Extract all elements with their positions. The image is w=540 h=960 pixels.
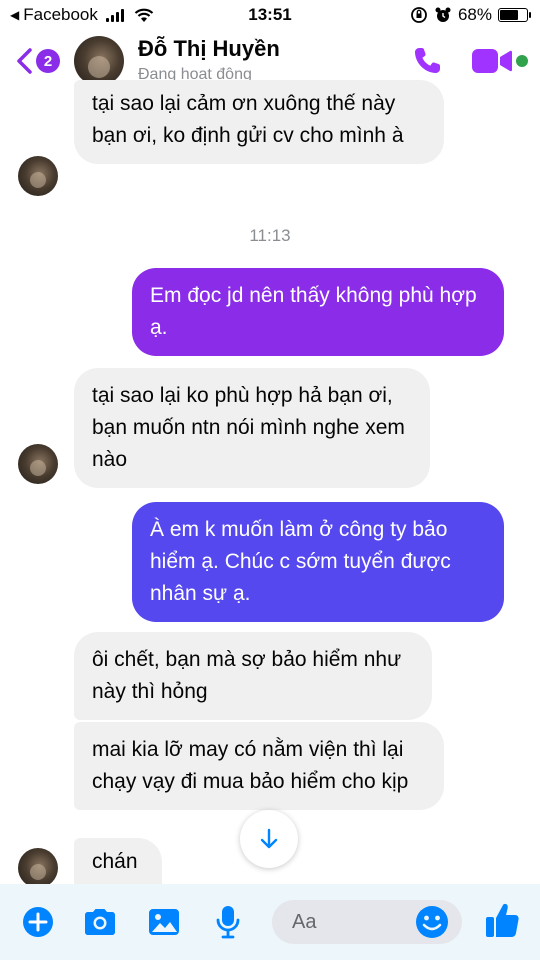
battery-percent: 68% — [457, 5, 492, 24]
video-call-icon[interactable] — [470, 46, 514, 76]
message-bubble-incoming[interactable]: ôi chết, bạn mà sợ bảo hiểm như này thì … — [74, 632, 432, 720]
microphone-icon — [216, 906, 240, 939]
unread-badge: 2 — [36, 49, 60, 73]
image-icon — [149, 909, 179, 935]
battery-icon — [498, 8, 531, 22]
plus-button[interactable] — [20, 904, 56, 940]
message-composer — [0, 884, 540, 960]
contact-name[interactable]: Đỗ Thị Huyền — [138, 36, 280, 62]
plus-icon — [23, 907, 53, 937]
message-bubble-outgoing[interactable]: À em k muốn làm ở công ty bảo hiểm ạ. Ch… — [132, 502, 504, 622]
thumbs-up-icon[interactable] — [484, 901, 520, 939]
battery-level — [500, 10, 518, 20]
message-bubble-outgoing[interactable]: Em đọc jd nên thấy không phù hợp ạ. — [132, 268, 504, 356]
message-bubble-incoming[interactable]: mai kia lỡ may có nằm viện thì lại chạy … — [74, 722, 444, 810]
message-bubble-incoming[interactable]: tại sao lại ko phù hợp hả bạn ơi, bạn mu… — [74, 368, 430, 488]
phone-call-icon[interactable] — [410, 44, 444, 78]
status-right: 68% — [410, 5, 531, 25]
emoji-icon[interactable] — [414, 904, 450, 940]
orientation-lock-icon — [411, 7, 427, 23]
camera-button[interactable] — [82, 904, 118, 940]
status-bar: ◀ Facebook 13:51 68% — [0, 0, 540, 30]
voice-button[interactable] — [210, 904, 246, 940]
message-bubble-incoming[interactable]: chán — [74, 838, 162, 886]
sender-avatar[interactable] — [18, 848, 58, 888]
arrow-down-icon — [260, 828, 278, 849]
gallery-button[interactable] — [146, 904, 182, 940]
message-bubble-incoming[interactable]: tại sao lại cảm ơn xuông thế này bạn ơi,… — [74, 80, 444, 164]
sender-avatar[interactable] — [18, 444, 58, 484]
contact-avatar[interactable] — [74, 36, 124, 86]
back-button[interactable]: 2 — [10, 44, 60, 78]
camera-icon — [85, 909, 115, 935]
message-timestamp: 11:13 — [249, 226, 291, 245]
alarm-icon — [435, 7, 451, 22]
message-input[interactable] — [292, 900, 412, 944]
online-indicator — [516, 55, 528, 67]
scroll-to-bottom-button[interactable] — [240, 810, 298, 868]
sender-avatar[interactable] — [18, 156, 58, 196]
